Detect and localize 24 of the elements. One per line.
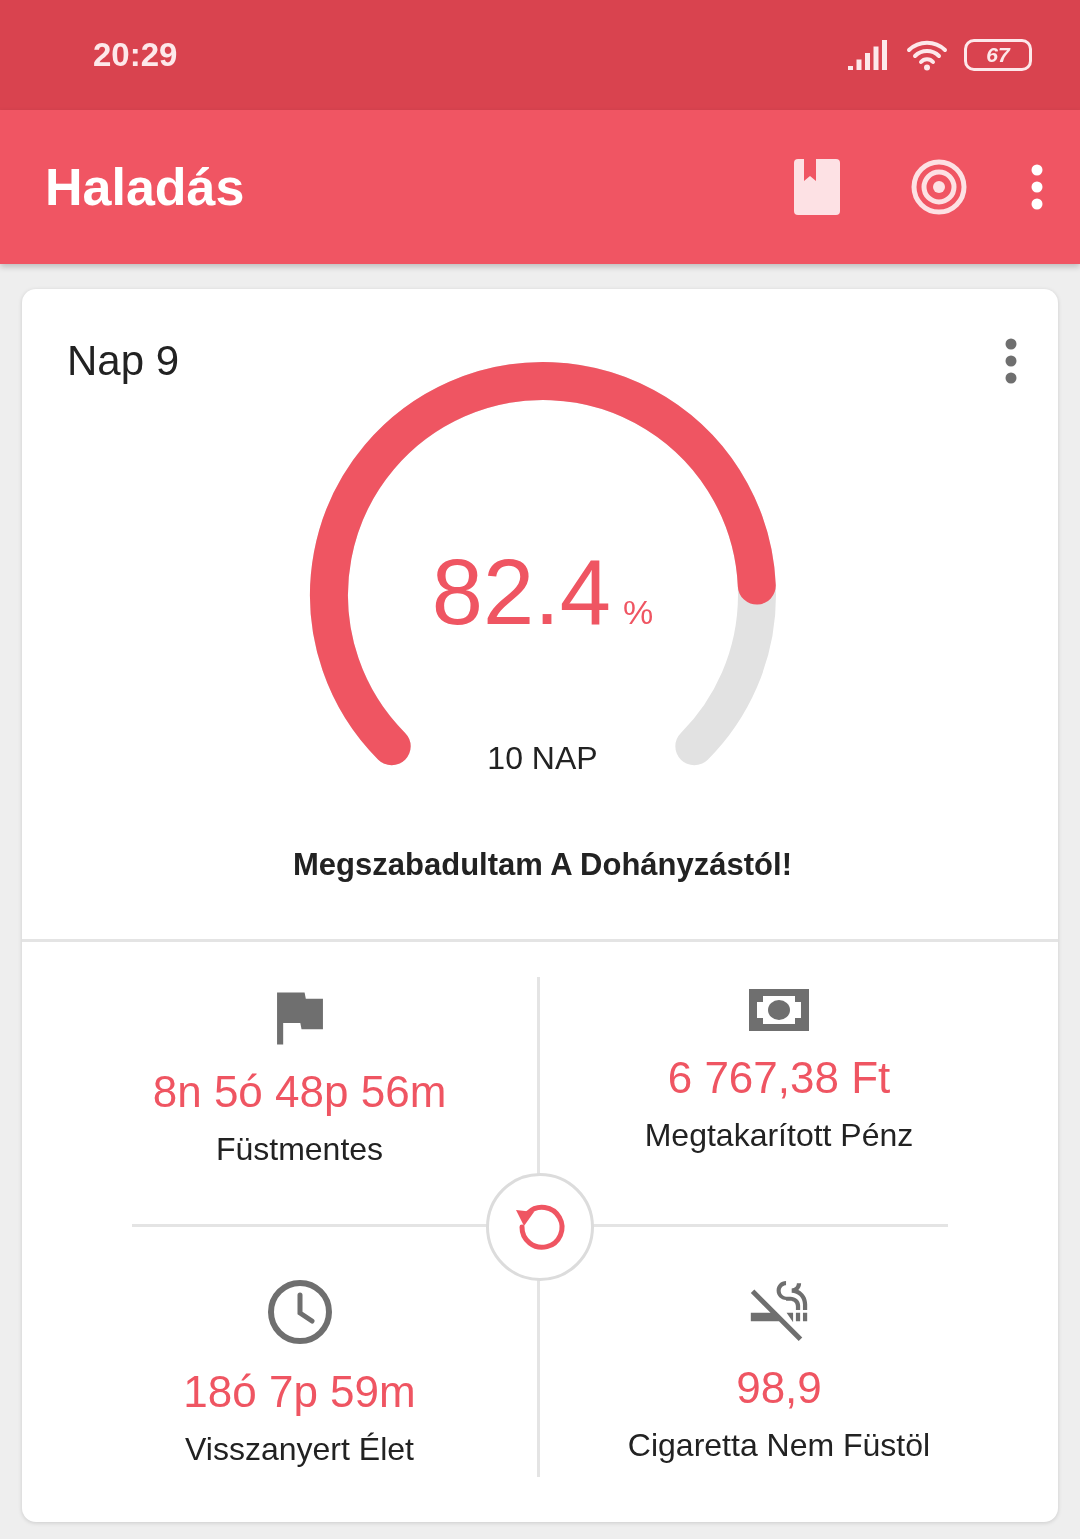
stat-value: 18ó 7p 59m (183, 1367, 416, 1417)
card-title: Nap 9 (67, 337, 180, 385)
banknote-icon (749, 989, 809, 1031)
battery-indicator: 67 (964, 39, 1032, 71)
journal-button[interactable] (794, 159, 840, 215)
stat-label: Megtakarított Pénz (644, 1117, 914, 1154)
clock-icon (266, 1279, 333, 1345)
stat-label: Füstmentes (215, 1131, 384, 1168)
stat-value: 6 767,38 Ft (667, 1053, 891, 1103)
stat-value: 8n 5ó 48p 56m (152, 1067, 447, 1117)
percent-unit: % (622, 593, 654, 632)
goal-caption: 10 NAP (486, 740, 599, 777)
status-time: 20:29 (93, 36, 178, 74)
stat-label: Cigaretta Nem Füstöl (627, 1427, 931, 1464)
signal-icon (848, 40, 890, 70)
app-bar-title: Haladás (45, 157, 246, 217)
card-menu-button[interactable] (1004, 338, 1018, 384)
target-button[interactable] (910, 158, 968, 216)
progress-percentage: 82.4 (431, 540, 611, 645)
more-button[interactable] (1030, 164, 1044, 210)
stat-label: Visszanyert Élet (185, 1431, 414, 1468)
wifi-icon (906, 39, 948, 71)
achievement-message: Megszabadultam A Dohányzástól! (293, 847, 792, 883)
stat-value: 98,9 (736, 1363, 822, 1413)
